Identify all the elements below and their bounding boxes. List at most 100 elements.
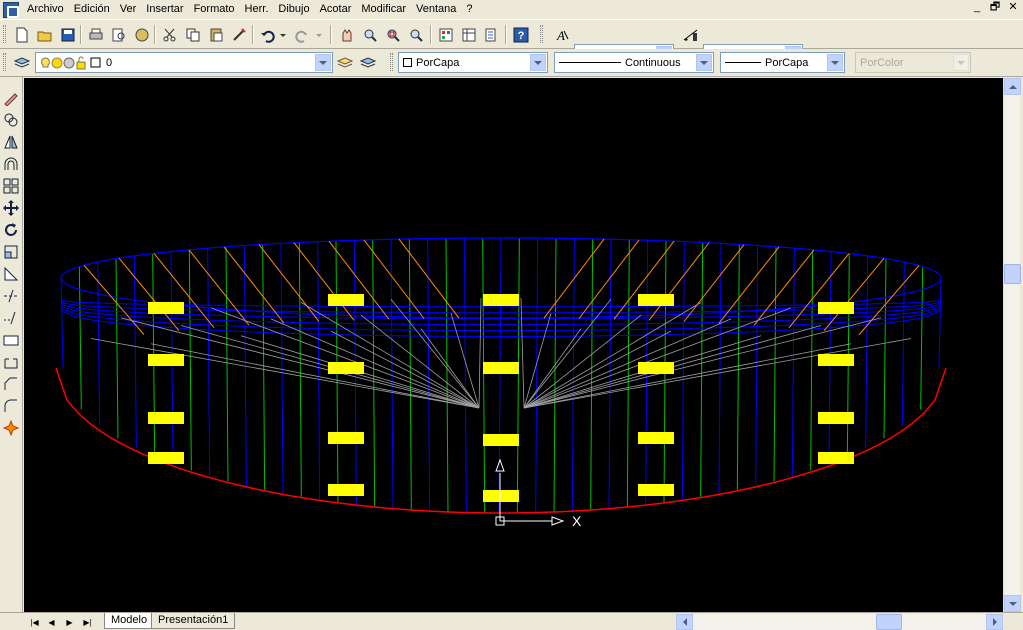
- offset-icon[interactable]: [2, 155, 20, 173]
- design-center-icon[interactable]: [459, 25, 478, 44]
- horizontal-scrollbar[interactable]: [676, 614, 1003, 630]
- stretch-icon[interactable]: [2, 265, 20, 283]
- rib-line: [938, 277, 942, 369]
- menu-dibujo[interactable]: Dibujo: [273, 1, 314, 18]
- rib-line: [188, 249, 192, 471]
- save-icon[interactable]: [58, 25, 77, 44]
- publish-icon[interactable]: [132, 25, 151, 44]
- join-icon[interactable]: [2, 353, 20, 371]
- chevron-down-icon[interactable]: [696, 54, 712, 71]
- lineweight-value: PorCapa: [765, 56, 809, 69]
- text-style-icon[interactable]: A: [552, 25, 571, 44]
- rib-line: [225, 246, 229, 482]
- yellow-panel: [483, 362, 519, 374]
- menu-ver[interactable]: Ver: [115, 1, 142, 18]
- open-icon[interactable]: [35, 25, 54, 44]
- properties-icon[interactable]: [436, 25, 455, 44]
- menu-help[interactable]: ?: [461, 1, 477, 18]
- menu-edicion[interactable]: Edición: [69, 1, 115, 18]
- tab-presentacion1[interactable]: Presentación1: [151, 613, 236, 629]
- zoom-realtime-icon[interactable]: [360, 25, 379, 44]
- match-properties-icon[interactable]: [229, 25, 248, 44]
- color-select[interactable]: PorCapa: [398, 52, 548, 73]
- explode-icon[interactable]: [2, 419, 20, 437]
- chamfer-icon[interactable]: [2, 375, 20, 393]
- next-tab-button[interactable]: ▶: [62, 615, 77, 629]
- make-object-layer-current-icon[interactable]: [335, 53, 354, 72]
- previous-tab-button[interactable]: ◀: [44, 615, 59, 629]
- yellow-panel: [818, 354, 854, 366]
- undo-icon[interactable]: [258, 25, 277, 44]
- menu-formato[interactable]: Formato: [189, 1, 240, 18]
- menu-insertar[interactable]: Insertar: [141, 1, 188, 18]
- toolbar-grip[interactable]: [540, 25, 543, 43]
- layer-previous-icon[interactable]: [358, 53, 377, 72]
- erase-icon[interactable]: [2, 89, 20, 107]
- horizontal-scroll-thumb[interactable]: [876, 614, 902, 630]
- scroll-up-button[interactable]: [1004, 78, 1021, 95]
- close-button[interactable]: ✕: [1005, 1, 1021, 16]
- array-icon[interactable]: [2, 177, 20, 195]
- undo-dropdown-icon[interactable]: [278, 25, 288, 44]
- scale-icon[interactable]: [2, 243, 20, 261]
- menu-herr[interactable]: Herr.: [240, 1, 274, 18]
- fillet-icon[interactable]: [2, 397, 20, 415]
- redo-icon[interactable]: [292, 25, 311, 44]
- menu-archivo[interactable]: Archivo: [22, 1, 69, 18]
- vertical-scroll-thumb[interactable]: [1004, 264, 1021, 284]
- color-swatch: [403, 58, 412, 67]
- lineweight-select[interactable]: PorCapa: [720, 52, 845, 73]
- zoom-window-icon[interactable]: [383, 25, 402, 44]
- layer-select[interactable]: 0: [35, 52, 333, 73]
- toolbar-grip[interactable]: [3, 53, 6, 71]
- print-icon[interactable]: [86, 25, 105, 44]
- move-icon[interactable]: [2, 199, 20, 217]
- tool-palettes-icon[interactable]: [482, 25, 501, 44]
- trim-icon[interactable]: [2, 287, 20, 305]
- rib-line: [901, 262, 905, 426]
- pan-realtime-icon[interactable]: [337, 25, 356, 44]
- redo-dropdown-icon[interactable]: [314, 25, 324, 44]
- copy-object-icon[interactable]: [2, 111, 20, 129]
- orange-brace: [258, 244, 320, 322]
- scroll-down-button[interactable]: [1004, 595, 1021, 612]
- rotate-icon[interactable]: [2, 221, 20, 239]
- last-tab-button[interactable]: ▶|: [80, 615, 95, 629]
- vertical-scrollbar[interactable]: [1003, 78, 1021, 612]
- extend-icon[interactable]: [2, 309, 20, 327]
- first-tab-button[interactable]: |◀: [27, 615, 42, 629]
- mirror-icon[interactable]: [2, 133, 20, 151]
- print-preview-icon[interactable]: [109, 25, 128, 44]
- color-value: PorCapa: [416, 56, 460, 69]
- dim-style-icon[interactable]: [681, 25, 700, 44]
- scroll-right-button[interactable]: [986, 614, 1003, 630]
- menu-acotar[interactable]: Acotar: [315, 1, 357, 18]
- chevron-down-icon[interactable]: [530, 54, 546, 71]
- break-icon[interactable]: [2, 331, 20, 349]
- yellow-panel: [328, 294, 364, 306]
- tab-modelo[interactable]: Modelo: [104, 613, 155, 629]
- menu-ventana[interactable]: Ventana: [411, 1, 461, 18]
- paste-icon[interactable]: [206, 25, 225, 44]
- layer-manager-icon[interactable]: [12, 53, 31, 72]
- copy-icon[interactable]: [183, 25, 202, 44]
- drawing-canvas[interactable]: X: [24, 78, 1003, 612]
- restore-button[interactable]: 🗗: [987, 1, 1003, 16]
- help-icon[interactable]: ?: [511, 25, 530, 44]
- chevron-down-icon[interactable]: [315, 54, 331, 71]
- cut-icon[interactable]: [160, 25, 179, 44]
- menu-modificar[interactable]: Modificar: [356, 1, 411, 18]
- toolbar-grip[interactable]: [3, 25, 6, 43]
- chevron-down-icon[interactable]: [827, 54, 843, 71]
- yellow-panel: [638, 484, 674, 496]
- new-icon[interactable]: [12, 25, 31, 44]
- toolbar-grip[interactable]: [390, 53, 393, 71]
- color-select-content: PorCapa: [399, 57, 530, 69]
- linetype-select[interactable]: Continuous: [554, 52, 714, 73]
- yellow-panel: [148, 302, 184, 314]
- zoom-previous-icon[interactable]: [406, 25, 425, 44]
- toolbar-separator: [80, 25, 82, 44]
- autocad-app-icon[interactable]: [3, 1, 19, 18]
- minimize-button[interactable]: _: [969, 1, 985, 16]
- scroll-left-button[interactable]: [676, 614, 693, 630]
